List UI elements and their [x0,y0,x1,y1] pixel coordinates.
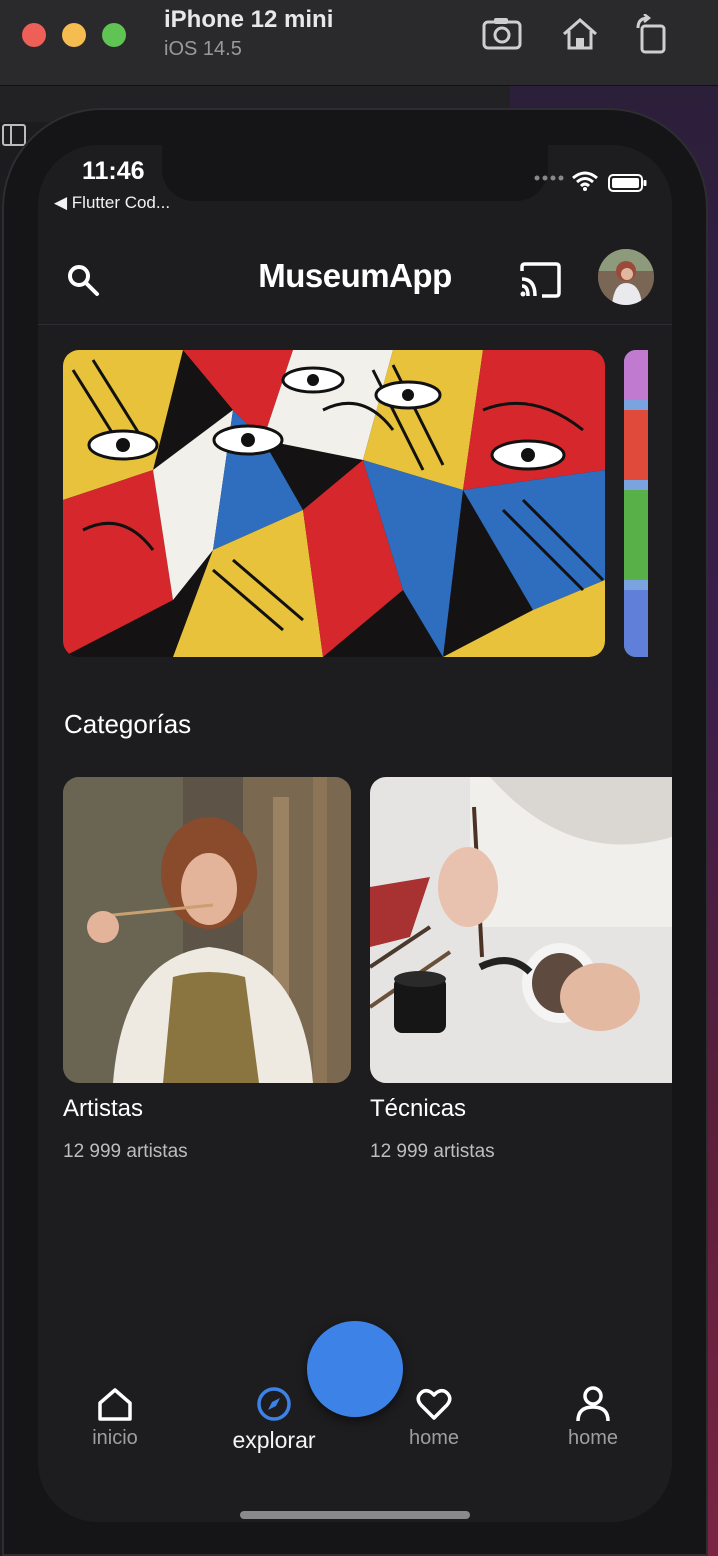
category-image-techniques [370,777,672,1083]
category-count: 12 999 artistas [370,1141,495,1162]
person-icon [576,1386,610,1422]
home-indicator[interactable] [240,1511,470,1519]
nav-label: explorar [232,1427,316,1453]
categories-title: Categorías [64,709,192,739]
next-artwork-preview[interactable] [624,350,648,657]
featured-artwork-image[interactable] [63,350,605,657]
category-count: 12 999 artistas [63,1141,188,1162]
status-time: 11:46 [82,157,145,185]
signal-dots-icon [534,175,564,181]
nav-label: home [567,1427,619,1449]
cast-icon[interactable] [518,261,562,299]
zoom-window-button[interactable] [102,23,126,47]
category-card-artists[interactable]: Artistas 12 999 artistas [63,777,351,1162]
simulator-home-icon[interactable] [558,14,602,54]
nav-item-favorites[interactable]: home [374,1385,494,1450]
minimize-window-button[interactable] [62,23,86,47]
nav-label: home [408,1427,460,1449]
simulator-device-name: iPhone 12 mini [164,6,334,33]
category-name: Artistas [63,1095,144,1122]
screenshot-icon[interactable] [480,14,524,54]
app-title: MuseumApp [258,257,452,294]
rotate-icon[interactable] [630,14,674,54]
sidebar-toggle-icon[interactable] [2,124,26,146]
nav-label: inicio [92,1427,138,1449]
bottom-navigation: inicio explorar home home [38,1321,672,1522]
nav-item-explorar[interactable]: explorar [214,1385,334,1454]
nav-item-profile[interactable]: home [533,1385,653,1450]
app-bar: MuseumApp [38,241,672,325]
wifi-icon [572,171,598,191]
category-card-techniques[interactable]: Técnicas 12 999 artistas [370,777,672,1162]
category-name: Técnicas [370,1095,467,1122]
category-image-artists [63,777,351,1083]
nav-item-inicio[interactable]: inicio [55,1385,175,1450]
compass-icon [257,1387,291,1421]
home-icon [98,1388,132,1421]
device-notch [162,145,548,201]
simulator-toolbar: iPhone 12 mini iOS 14.5 [0,0,718,86]
avatar[interactable] [598,249,654,305]
heart-icon [416,1389,452,1420]
close-window-button[interactable] [22,23,46,47]
app-screen: 11:46 ◀ Flutter Cod... MuseumApp Categor… [38,145,672,1522]
simulator-os-version: iOS 14.5 [164,38,242,60]
battery-icon [608,174,647,192]
back-to-app-link[interactable]: ◀ Flutter Cod... [54,193,170,213]
